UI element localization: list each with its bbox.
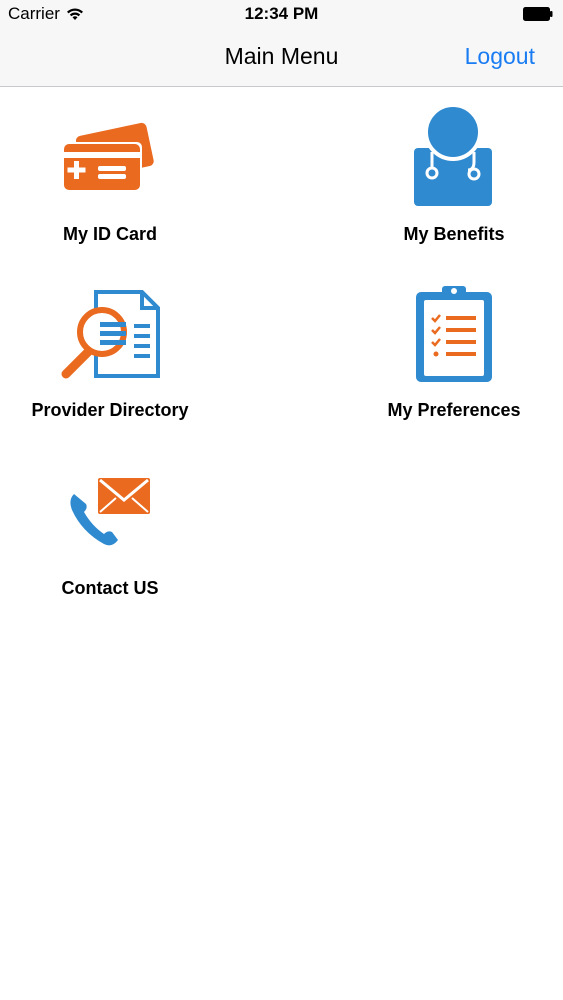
menu-item-my-id-card[interactable]: My ID Card: [0, 110, 220, 250]
battery-icon: [523, 7, 553, 21]
menu-item-provider-directory[interactable]: Provider Directory: [0, 286, 220, 426]
menu-item-my-benefits[interactable]: My Benefits: [344, 104, 563, 250]
clipboard-checklist-icon: [416, 286, 492, 382]
menu-item-label: My Preferences: [387, 400, 521, 420]
id-card-icon: [62, 122, 154, 192]
status-time: 12:34 PM: [244, 4, 319, 23]
menu-item-my-preferences[interactable]: My Preferences: [344, 284, 563, 426]
menu-item-contact-us[interactable]: Contact US: [0, 474, 220, 602]
navigation-bar: Main Menu Logout: [0, 30, 563, 87]
menu-item-label: Contact US: [61, 578, 159, 598]
magnifier-document-icon: [61, 290, 160, 379]
menu-item-label: My Benefits: [403, 224, 505, 244]
phone-envelope-icon: [70, 478, 150, 546]
menu-item-label: Provider Directory: [31, 400, 189, 420]
logout-button[interactable]: Logout: [465, 43, 535, 70]
status-bar: Carrier 12:34 PM: [0, 0, 563, 30]
doctor-icon: [414, 104, 492, 206]
menu-item-label: My ID Card: [62, 224, 158, 244]
